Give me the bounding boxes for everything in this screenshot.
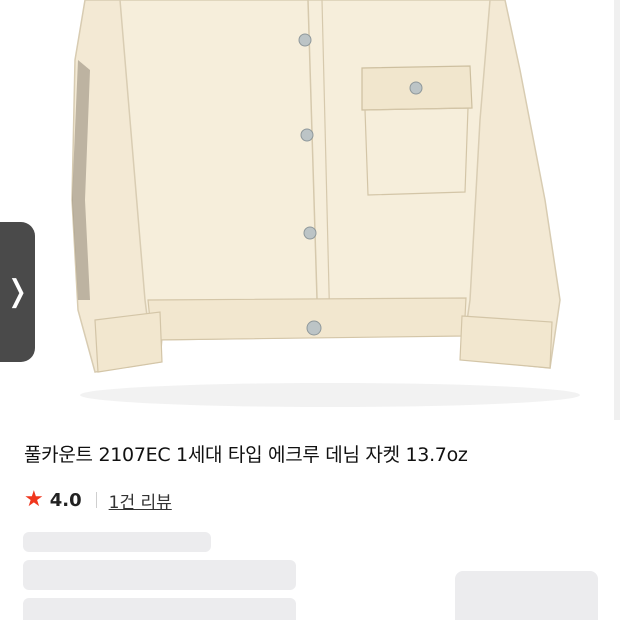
chevron-left-icon: ❭ (4, 274, 31, 309)
rating-row: ★ 4.0 1건 리뷰 (24, 487, 172, 513)
product-title: 풀카운트 2107EC 1세대 타입 에크루 데님 자켓 13.7oz (24, 444, 468, 466)
review-count-link[interactable]: 1건 리뷰 (109, 488, 172, 513)
loading-placeholder (23, 560, 296, 590)
product-page: ❭ 풀카운트 2107EC 1세대 타입 에크루 데님 자켓 13.7oz ★ … (0, 0, 620, 620)
loading-placeholder (455, 571, 598, 620)
loading-placeholder (23, 532, 211, 552)
star-icon: ★ (24, 487, 44, 512)
scrollbar[interactable] (614, 0, 620, 420)
product-image[interactable] (0, 0, 620, 420)
jacket-illustration (71, 0, 580, 407)
loading-placeholder (23, 598, 296, 620)
carousel-prev-button[interactable]: ❭ (0, 222, 35, 362)
rating-value: 4.0 (49, 489, 82, 511)
divider (95, 492, 97, 508)
